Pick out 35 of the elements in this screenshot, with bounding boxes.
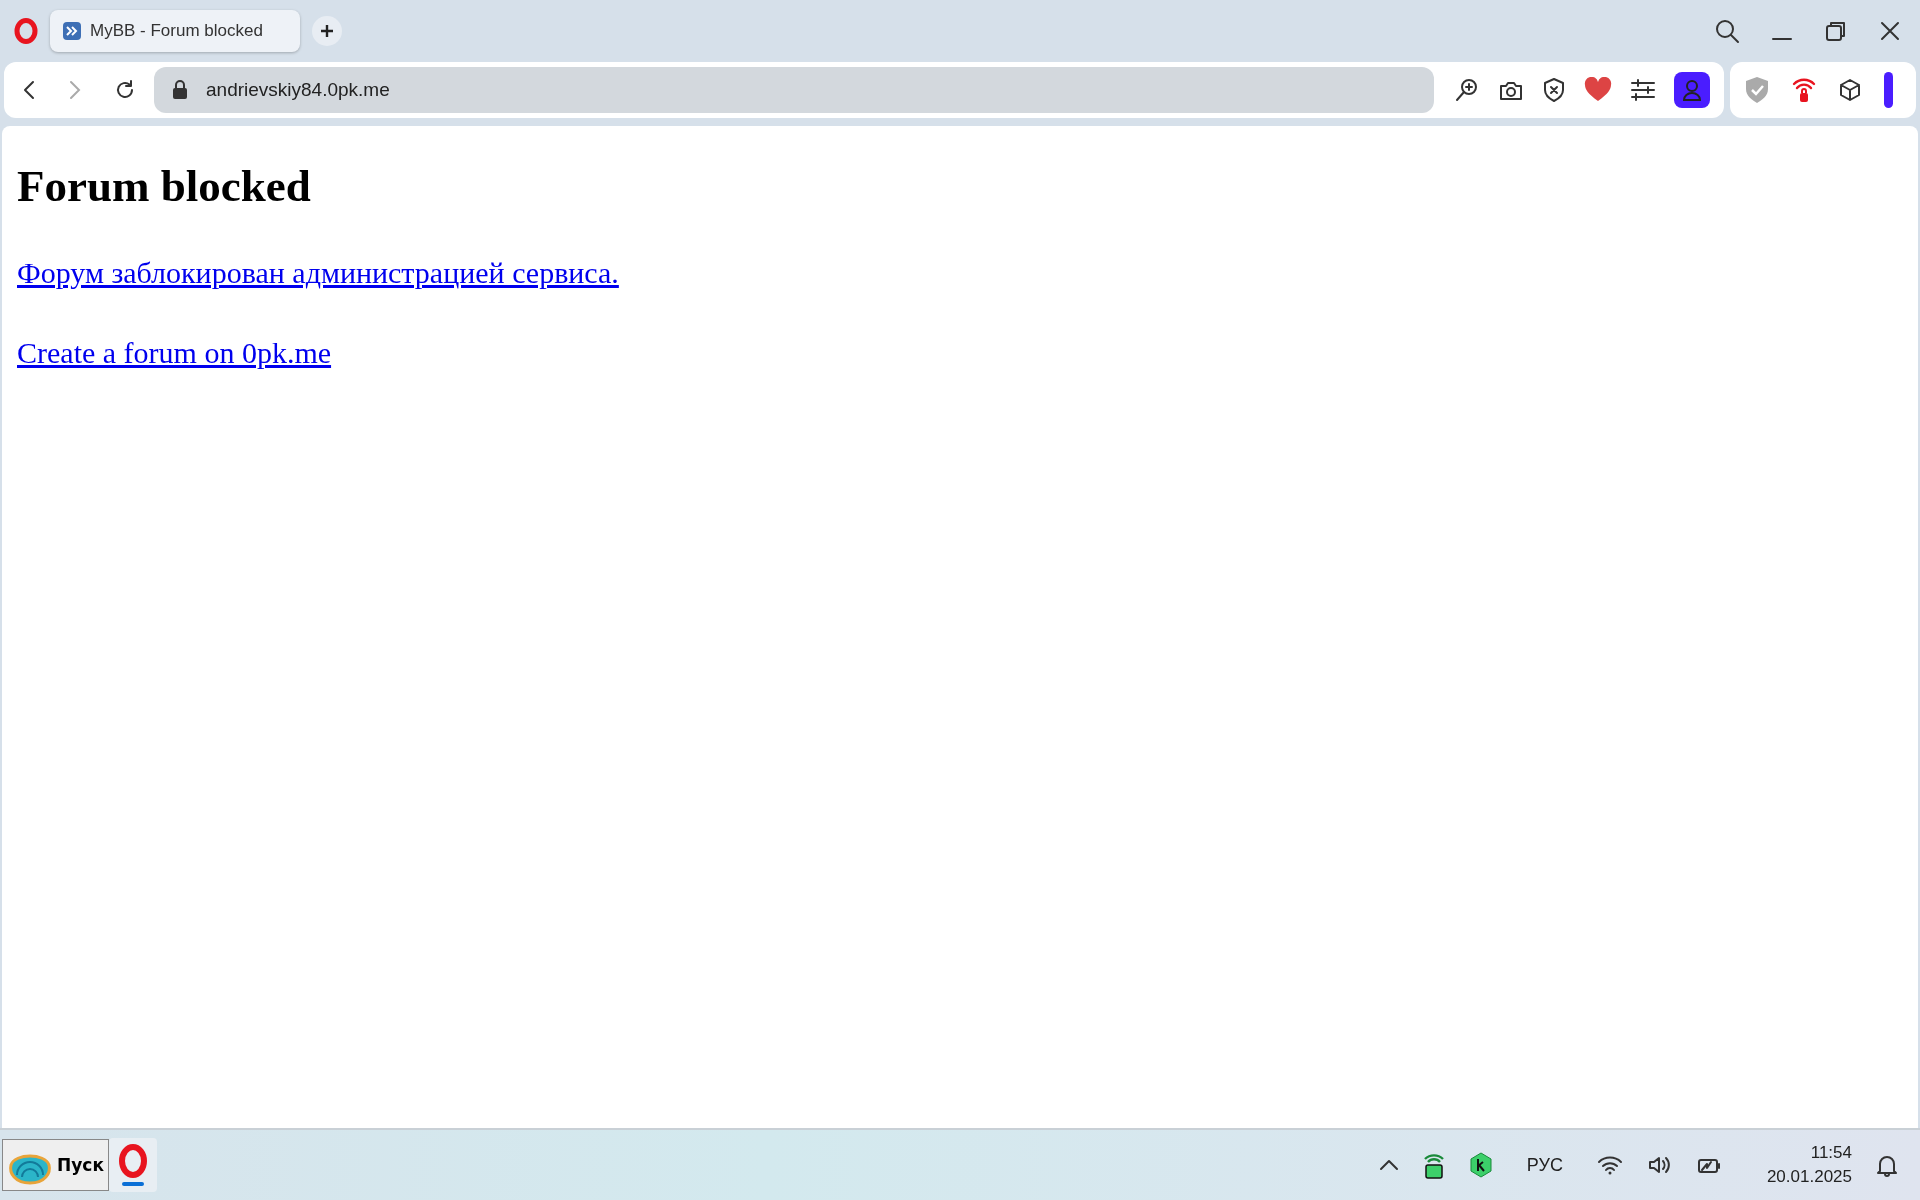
browser-tab[interactable]: MyBB - Forum blocked — [50, 10, 300, 52]
page-heading: Forum blocked — [17, 160, 311, 212]
search-icon[interactable] — [1714, 18, 1740, 44]
account-button[interactable] — [1674, 72, 1710, 108]
new-tab-button[interactable] — [312, 16, 342, 46]
cube-icon[interactable] — [1838, 78, 1862, 102]
close-icon[interactable] — [1878, 19, 1902, 43]
shield-check-icon[interactable] — [1744, 76, 1770, 104]
speaker-icon[interactable] — [1646, 1154, 1673, 1176]
opera-logo-icon[interactable] — [117, 1144, 148, 1178]
notification-bell-icon[interactable] — [1876, 1153, 1898, 1177]
plus-icon[interactable] — [320, 24, 334, 38]
address-bar[interactable]: andrievskiy84.0pk.me — [154, 67, 1434, 113]
back-icon[interactable] — [22, 79, 36, 101]
opera-taskbar-button[interactable] — [108, 1138, 157, 1192]
wifi-lock-icon[interactable] — [1792, 76, 1816, 104]
restore-icon[interactable] — [1824, 19, 1848, 43]
sidebar-handle[interactable] — [1884, 72, 1893, 108]
lock-icon — [172, 80, 188, 100]
shield-x-icon[interactable] — [1542, 77, 1566, 103]
opera-logo-icon[interactable] — [14, 18, 38, 44]
start-button[interactable]: Пуск — [2, 1139, 109, 1191]
text-link[interactable]: Форум заблокирован администрацией сервиса. — [17, 256, 619, 289]
zoom-in-icon[interactable] — [1454, 77, 1480, 103]
sliders-icon[interactable] — [1630, 79, 1656, 101]
text-link[interactable]: Create a forum on 0pk.me — [17, 336, 332, 369]
clock-time[interactable]: 11:54 — [1810, 1141, 1852, 1165]
vpn-lock-icon[interactable] — [1422, 1151, 1445, 1179]
heart-icon[interactable] — [1584, 77, 1612, 103]
reload-icon[interactable] — [114, 79, 136, 101]
chevron-up-icon[interactable] — [1378, 1159, 1399, 1171]
clock-date[interactable]: 20.01.2025 — [1766, 1165, 1852, 1189]
url-text: andrievskiy84.0pk.me — [206, 79, 390, 101]
language-indicator[interactable]: РУС — [1526, 1154, 1563, 1176]
wifi-icon[interactable] — [1596, 1154, 1623, 1176]
